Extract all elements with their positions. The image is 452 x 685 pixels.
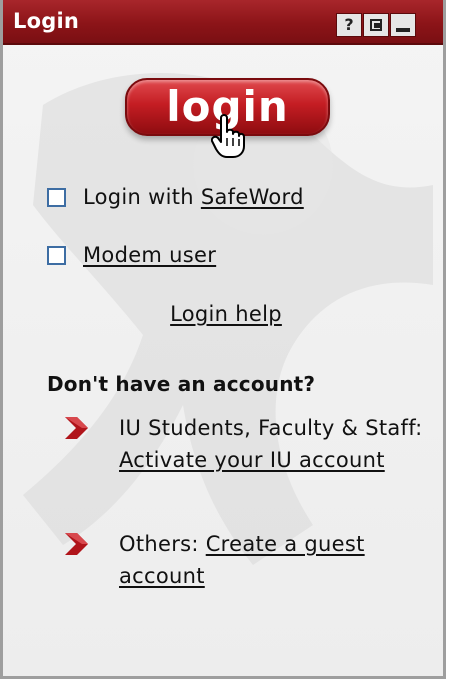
safeword-option[interactable]: Login with SafeWord (47, 182, 304, 212)
hand-cursor-icon (211, 114, 245, 158)
safeword-prefix: Login with (83, 185, 201, 209)
login-help-link[interactable]: Login help (170, 302, 282, 326)
restore-button[interactable] (363, 13, 389, 37)
iu-account-prefix: IU Students, Faculty & Staff: (119, 416, 423, 440)
modem-user-label: Modem user (83, 243, 216, 267)
modem-user-checkbox[interactable] (47, 245, 66, 265)
help-button[interactable]: ? (336, 13, 362, 37)
safeword-label: Login with SafeWord (83, 185, 304, 209)
list-item: Others: Create a guest account (63, 528, 423, 598)
no-account-heading: Don't have an account? (47, 372, 316, 396)
list-item: IU Students, Faculty & Staff: Activate y… (63, 412, 423, 512)
safeword-link[interactable]: SafeWord (201, 185, 304, 209)
modem-user-link[interactable]: Modem user (83, 243, 216, 267)
restore-icon (370, 19, 382, 31)
red-arrow-icon (65, 533, 88, 555)
guest-account-prefix: Others: (119, 532, 206, 556)
login-help-container: Login help (3, 302, 443, 326)
red-arrow-icon (65, 417, 88, 439)
portlet-title: Login (13, 9, 79, 33)
login-portlet: Login ? login Login with SafeWord Modem … (0, 0, 446, 679)
minimize-icon (396, 28, 410, 32)
activate-account-link[interactable]: Activate your IU account (119, 448, 385, 472)
iu-account-text: IU Students, Faculty & Staff: Activate y… (119, 412, 429, 476)
portlet-titlebar: Login ? (3, 0, 443, 45)
minimize-button[interactable] (390, 13, 416, 37)
safeword-checkbox[interactable] (47, 187, 66, 207)
help-icon: ? (344, 15, 354, 34)
guest-account-text: Others: Create a guest account (119, 528, 429, 592)
modem-user-option[interactable]: Modem user (47, 240, 216, 270)
